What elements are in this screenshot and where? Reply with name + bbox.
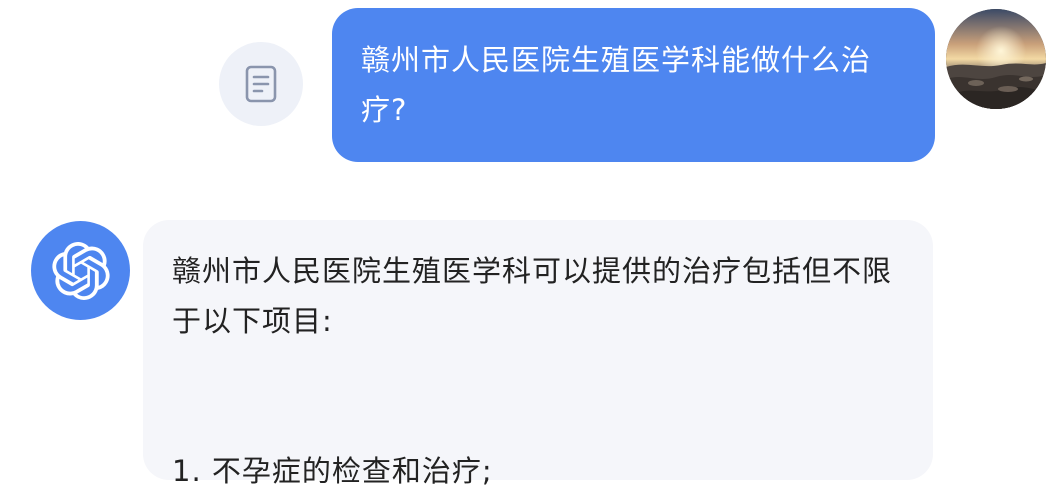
user-message-bubble: 赣州市人民医院生殖医学科能做什么治疗? bbox=[332, 8, 935, 162]
user-message-text: 赣州市人民医院生殖医学科能做什么治疗? bbox=[361, 43, 872, 127]
chat-container: 赣州市人民医院生殖医学科能做什么治疗? 赣州市人民医院生殖医学科可以提供的治疗包… bbox=[0, 0, 1059, 488]
user-avatar[interactable] bbox=[946, 9, 1046, 109]
landscape-avatar-image bbox=[946, 9, 1046, 109]
assistant-list-item: 1. 不孕症的检查和治疗; bbox=[172, 454, 493, 488]
openai-logo-icon bbox=[51, 241, 110, 300]
assistant-message-bubble: 赣州市人民医院生殖医学科可以提供的治疗包括但不限于以下项目: 1. 不孕症的检查… bbox=[143, 220, 933, 488]
assistant-message-intro: 赣州市人民医院生殖医学科可以提供的治疗包括但不限于以下项目: bbox=[172, 254, 893, 338]
assistant-avatar bbox=[31, 221, 130, 320]
document-copy-icon bbox=[245, 65, 277, 103]
copy-message-button[interactable] bbox=[219, 42, 303, 126]
